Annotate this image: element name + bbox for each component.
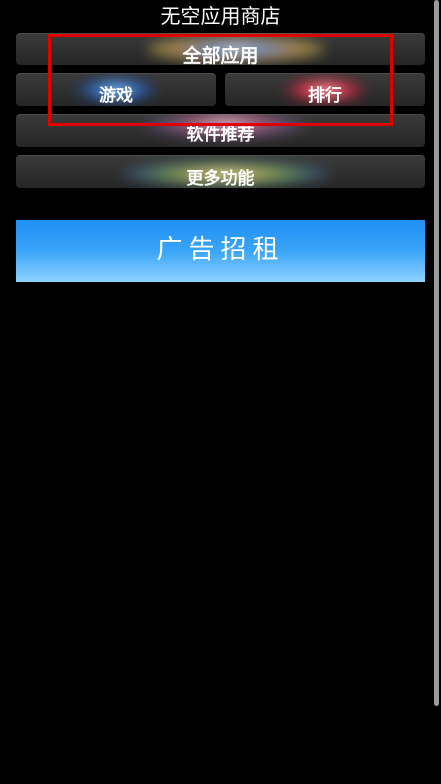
all-apps-button[interactable]: 全部应用 [16, 33, 425, 65]
scrollbar-thumb[interactable] [434, 0, 439, 706]
software-button[interactable]: 软件推荐 [16, 114, 425, 147]
ad-banner-label: 广告招租 [156, 235, 285, 265]
page-title: 无空应用商店 [160, 4, 281, 28]
more-features-button[interactable]: 更多功能 [16, 155, 425, 188]
scrollbar[interactable] [432, 0, 441, 784]
games-label: 游戏 [99, 86, 133, 106]
rankings-label: 排行 [308, 86, 342, 106]
all-apps-label: 全部应用 [182, 45, 259, 65]
more-features-label: 更多功能 [186, 169, 255, 188]
software-label: 软件推荐 [186, 125, 255, 145]
games-button[interactable]: 游戏 [16, 73, 216, 106]
ad-banner[interactable]: 广告招租 [16, 220, 425, 282]
rankings-button[interactable]: 排行 [225, 73, 425, 106]
